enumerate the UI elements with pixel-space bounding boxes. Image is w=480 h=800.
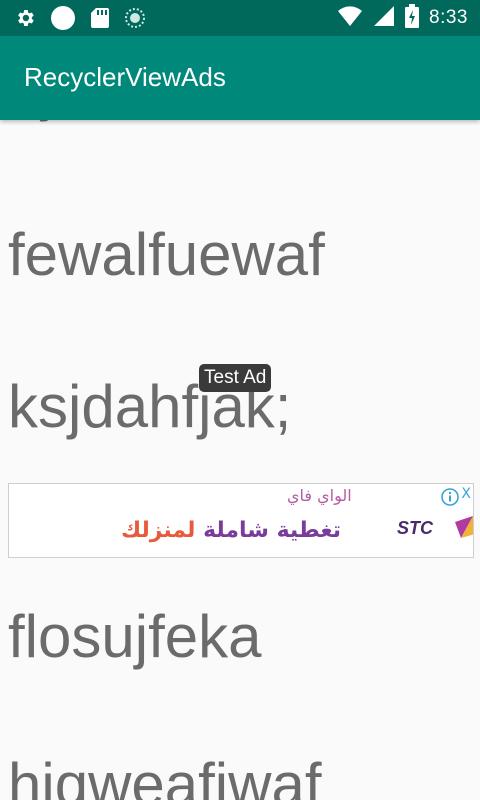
sync-icon (124, 7, 146, 33)
battery-icon (405, 4, 420, 32)
ad-body-main: تغطية شاملة (203, 518, 342, 543)
recycler-list[interactable]: hj fewalfuewaf ksjdahfjak; الواي فاي تغط… (0, 120, 480, 800)
ad-info-icon[interactable] (441, 488, 459, 510)
list-item[interactable]: fewalfuewaf (8, 220, 325, 289)
list-item[interactable]: hiqweafiwaf (8, 750, 322, 800)
circle-icon (50, 5, 76, 35)
settings-icon (14, 7, 36, 33)
wifi-icon (337, 5, 363, 31)
ad-close-icon[interactable]: X (461, 486, 471, 502)
ad-body-accent: لمنزلك (121, 518, 196, 543)
list-item[interactable]: flosujfeka (8, 602, 261, 671)
status-time: 8:33 (429, 7, 468, 28)
brand-name: STC (397, 518, 433, 538)
ad-body: تغطية شاملة لمنزلك (121, 518, 341, 543)
sd-card-icon (90, 7, 110, 33)
list-item-partial[interactable]: hj (8, 120, 55, 123)
app-bar: RecyclerViewAds (0, 36, 480, 120)
app-title: RecyclerViewAds (24, 62, 226, 92)
ad-banner[interactable]: الواي فاي تغطية شاملة لمنزلك STC X (8, 483, 474, 558)
signal-icon (373, 5, 395, 31)
status-bar: 8:33 (0, 0, 480, 36)
ad-headline: الواي فاي (287, 486, 352, 505)
test-ad-label: Test Ad (199, 364, 272, 392)
